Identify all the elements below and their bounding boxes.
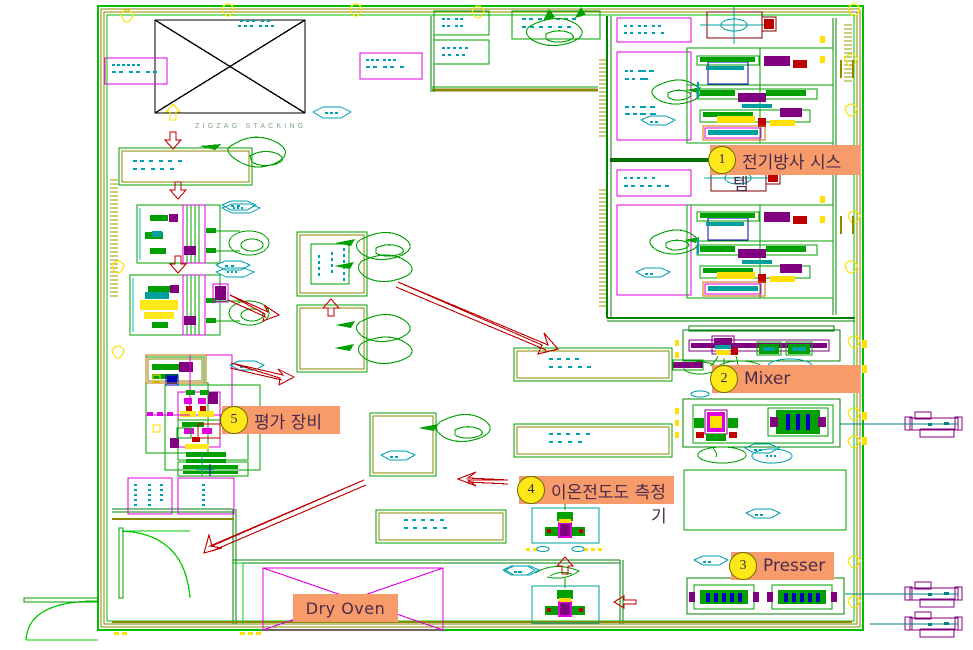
callout-2-label: Mixer: [744, 369, 791, 389]
presser-machine-right: [767, 584, 837, 610]
callout-5-label: 평가 장비: [254, 412, 322, 433]
callout-5-evaluation-equipment[interactable]: 5 평가 장비: [220, 406, 340, 434]
callout-4-overflow-char: 기: [651, 507, 667, 527]
callout-3-presser[interactable]: 3 Presser: [729, 552, 834, 580]
cyan-tag-bubbles: [214, 106, 782, 576]
callout-3-label: Presser: [763, 556, 826, 576]
callout-4-number: 4: [517, 476, 545, 504]
door-swing-arc-room: [234, 562, 244, 624]
zigzag-stacking-text: ZIGZAG STACKING: [195, 123, 307, 130]
callout-3-number: 3: [729, 552, 757, 580]
note-box-text: [112, 25, 669, 506]
door-leaf: [23, 527, 124, 603]
press-roll-machine: [690, 390, 834, 464]
electrospinning-machine-lower: [686, 204, 834, 299]
zigzag-stacking-diagram: [154, 19, 306, 114]
callout-1-number: 1: [708, 146, 736, 174]
callout-2-mixer[interactable]: 2 Mixer: [710, 365, 860, 393]
left-equipment-upper: [136, 203, 270, 264]
vertical-dim-text: [697, 82, 699, 254]
external-leader-lines: [840, 423, 905, 595]
callout-4-ionic-conductivity-meter[interactable]: 4 이온전도도 측정: [517, 476, 674, 504]
presser-machine-left: [689, 584, 759, 610]
callout-1-overflow-char: 템: [733, 175, 749, 195]
callout-4-label: 이온전도도 측정: [551, 482, 666, 503]
callout-2-number: 2: [710, 365, 738, 393]
cad-floor-plan-canvas: 1 전기방사 시스 템 2 Mixer 3 Presser 4 이온전도도 측정…: [0, 0, 973, 650]
ionic-conductivity-tester-upper: [526, 496, 602, 552]
left-equipment-lower: [129, 267, 270, 336]
zigzag-dim-text: [238, 20, 274, 27]
external-machine-3: [870, 611, 963, 638]
dry-oven-label: Dry Oven: [305, 598, 386, 618]
callout-5-number: 5: [220, 406, 248, 434]
equipment-panel-boxes: [118, 10, 847, 615]
electrospinning-machine-upper: [686, 47, 834, 144]
cyan-tag-text: [225, 112, 763, 573]
callout-1-label: 전기방사 시스: [742, 152, 842, 173]
label-dry-oven[interactable]: Dry Oven: [293, 594, 398, 622]
